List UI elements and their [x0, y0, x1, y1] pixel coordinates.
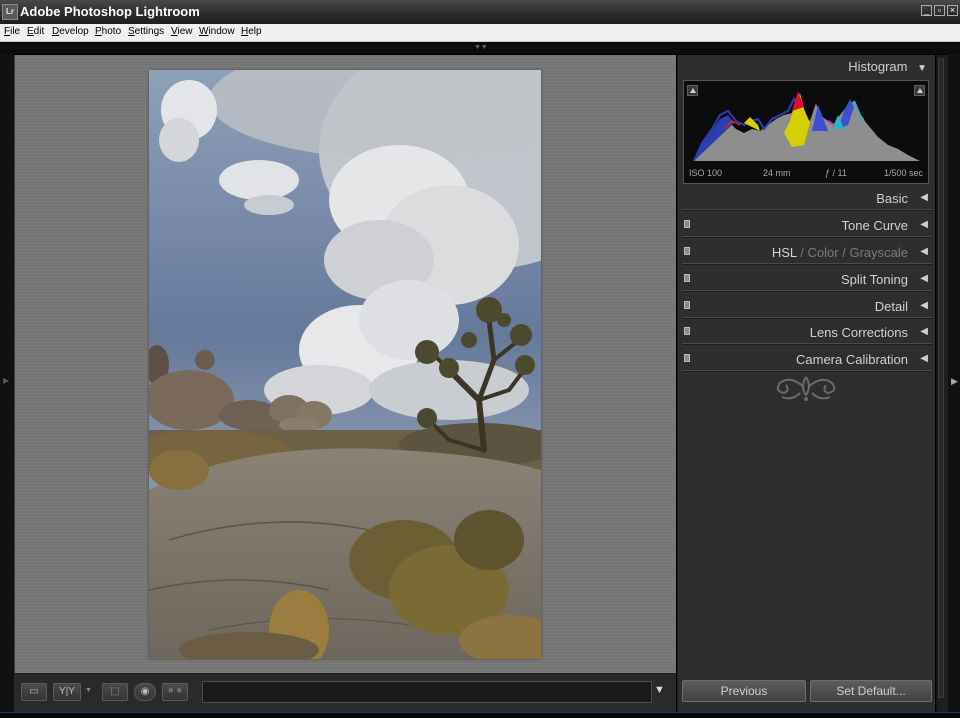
collapse-arrow-icon[interactable]: ◀	[920, 300, 928, 311]
right-panel-scroll-thumb[interactable]	[938, 58, 944, 698]
histogram-title: Histogram	[848, 59, 908, 74]
collapse-arrow-icon[interactable]: ◀	[920, 326, 928, 337]
before-after-icon[interactable]: Y|Y	[53, 683, 81, 701]
section-lens-corrections-label: Lens Corrections	[809, 325, 908, 340]
toolbar-info-field[interactable]	[202, 681, 652, 703]
collapse-arrow-icon[interactable]: ◀	[920, 192, 928, 203]
menu-window[interactable]: Window	[199, 26, 235, 37]
develop-right-panel: Histogram ▼ ISO 100 24 mm ƒ / 11 1/500 s…	[677, 55, 935, 712]
menu-help[interactable]: Help	[241, 26, 262, 37]
collapse-arrow-icon[interactable]: ◀	[920, 219, 928, 230]
panel-toggle-switch[interactable]	[684, 301, 690, 309]
section-hsl-label: HSL / Color / Grayscale	[771, 245, 908, 260]
panel-toggle-switch[interactable]	[684, 247, 690, 255]
section-basic-label: Basic	[876, 191, 908, 206]
section-camera-calibration[interactable]: Camera Calibration ◀	[682, 346, 932, 372]
set-default-button[interactable]: Set Default...	[810, 680, 932, 702]
histogram-focal-length: 24 mm	[763, 168, 791, 178]
section-split-toning[interactable]: Split Toning ◀	[682, 266, 932, 292]
menu-view[interactable]: View	[171, 26, 193, 37]
section-hsl[interactable]: HSL / Color / Grayscale ◀	[682, 239, 932, 265]
top-panel-toggle-icon[interactable]: ▼▼	[474, 44, 488, 51]
left-panel-toggle-icon[interactable]: ▶	[3, 376, 9, 385]
desert-joshua-tree-photo[interactable]	[149, 70, 541, 659]
previous-button[interactable]: Previous	[682, 680, 806, 702]
menu-bar: File Edit Develop Photo Settings View Wi…	[0, 24, 960, 42]
histogram-display[interactable]: ISO 100 24 mm ƒ / 11 1/500 sec	[683, 80, 929, 184]
maximize-button[interactable]: ▫	[934, 5, 945, 16]
lightroom-app-icon: Lr	[2, 4, 18, 20]
collapse-arrow-icon[interactable]: ◀	[920, 246, 928, 257]
collapse-arrow-icon[interactable]: ◀	[920, 273, 928, 284]
section-basic[interactable]: Basic ◀	[682, 185, 932, 211]
histogram-aperture: ƒ / 11	[825, 168, 847, 178]
loupe-view-icon[interactable]: ▭	[21, 683, 47, 701]
collapse-arrow-icon[interactable]: ◀	[920, 353, 928, 364]
minimize-button[interactable]: _	[921, 5, 932, 16]
window-title: Adobe Photoshop Lightroom	[20, 4, 200, 19]
menu-photo[interactable]: Photo	[95, 26, 121, 37]
right-panel-toggle-icon[interactable]: ▶	[951, 376, 958, 387]
histogram-header[interactable]: Histogram ▼	[848, 59, 927, 74]
spot-removal-icon[interactable]: ◉	[134, 683, 156, 701]
panel-toggle-switch[interactable]	[684, 220, 690, 228]
section-detail[interactable]: Detail ◀	[682, 293, 932, 319]
section-split-toning-label: Split Toning	[841, 272, 908, 287]
bottom-panel-toggle-strip[interactable]	[0, 712, 960, 718]
menu-develop[interactable]: Develop	[52, 26, 89, 37]
tab-grayscale[interactable]: Grayscale	[849, 245, 908, 260]
section-lens-corrections[interactable]: Lens Corrections ◀	[682, 319, 932, 345]
menu-file[interactable]: File	[4, 26, 20, 37]
histogram-collapse-icon[interactable]: ▼	[917, 63, 927, 74]
section-tone-curve[interactable]: Tone Curve ◀	[682, 212, 932, 238]
tab-hsl[interactable]: HSL	[772, 245, 797, 260]
menu-settings[interactable]: Settings	[128, 26, 164, 37]
close-button[interactable]: ×	[947, 5, 958, 16]
crop-overlay-icon[interactable]: ⬚	[102, 683, 128, 701]
panel-end-ornament-icon	[776, 376, 836, 401]
window-controls: _ ▫ ×	[921, 5, 958, 16]
panel-toggle-switch[interactable]	[684, 354, 690, 362]
histogram-iso: ISO 100	[689, 168, 723, 178]
section-detail-label: Detail	[874, 299, 908, 314]
section-camera-calibration-label: Camera Calibration	[796, 352, 908, 367]
tab-color[interactable]: Color	[808, 245, 839, 260]
red-eye-icon[interactable]: ⚬⚬	[162, 683, 188, 701]
section-tone-curve-label: Tone Curve	[841, 218, 908, 233]
title-bar: Lr Adobe Photoshop Lightroom _ ▫ ×	[0, 0, 960, 24]
toolbar-menu-chevron-icon[interactable]: ▼	[654, 684, 665, 696]
histogram-shutter: 1/500 sec	[883, 168, 923, 178]
panel-toggle-switch[interactable]	[684, 274, 690, 282]
compare-dropdown-icon[interactable]: ▼	[85, 687, 92, 694]
loupe-toolbar: ▭ Y|Y ▼ ⬚ ◉ ⚬⚬ ▼	[14, 673, 676, 712]
menu-edit[interactable]: Edit	[27, 26, 44, 37]
panel-toggle-switch[interactable]	[684, 327, 690, 335]
